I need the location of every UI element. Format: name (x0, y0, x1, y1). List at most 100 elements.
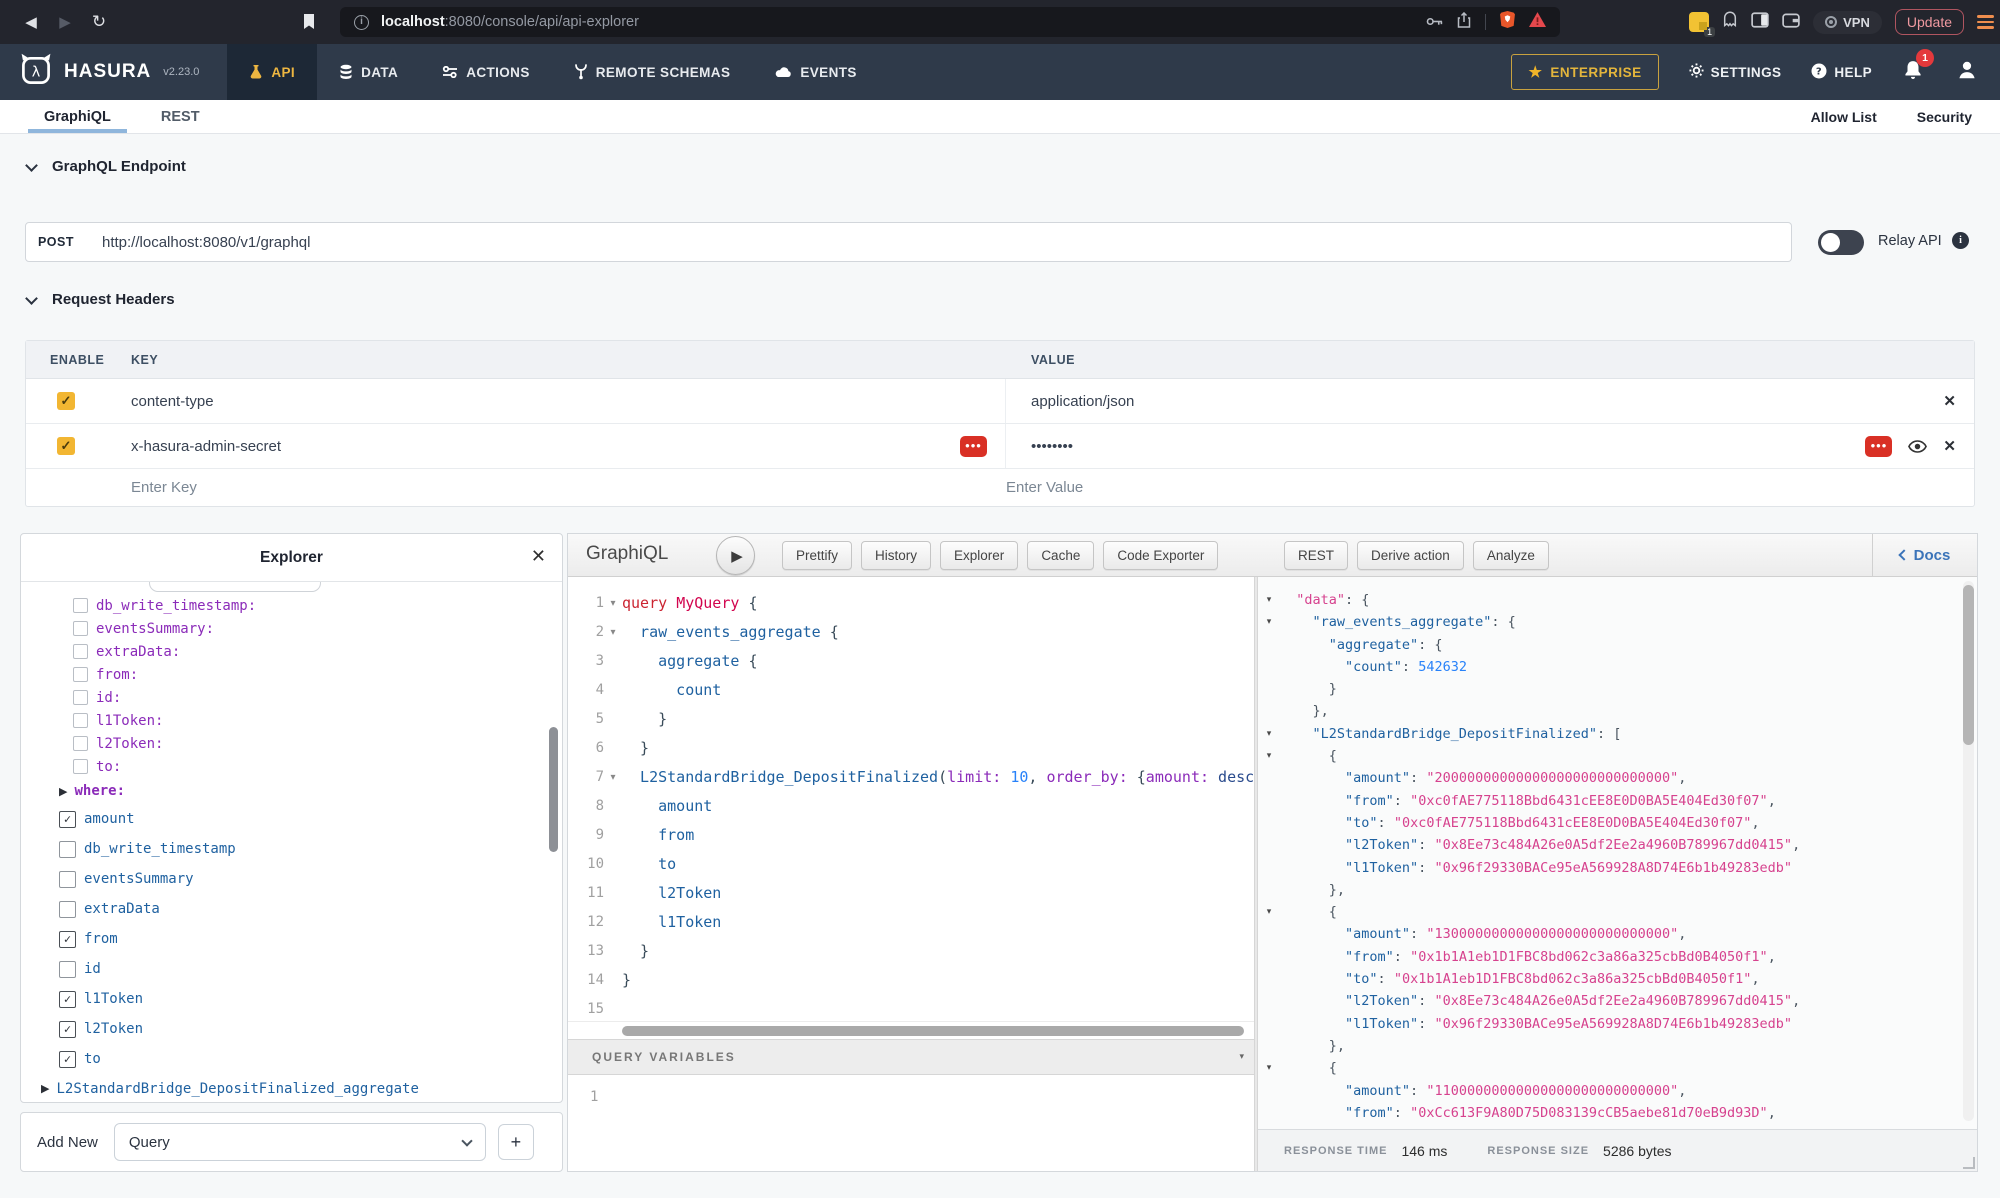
editor-hscroll-thumb[interactable] (622, 1026, 1244, 1036)
response-scrollbar-thumb[interactable] (1963, 585, 1974, 745)
field-checkbox[interactable] (73, 621, 88, 636)
header-key-input[interactable]: x-hasura-admin-secret (131, 438, 281, 455)
code-text[interactable]: amount (622, 792, 712, 821)
resize-grip-icon[interactable] (1963, 1157, 1975, 1169)
explorer-item-to[interactable]: ✓to (21, 1044, 562, 1074)
address-bar[interactable]: i localhost:8080/console/api/api-explore… (340, 7, 1560, 37)
graphql-endpoint-section[interactable]: GraphQL Endpoint (27, 158, 186, 175)
cache-button[interactable]: Cache (1027, 541, 1094, 570)
history-button[interactable]: History (861, 541, 931, 570)
field-checkbox[interactable] (59, 841, 76, 858)
fold-toggle-icon[interactable]: ▾ (604, 618, 622, 647)
field-checkbox[interactable] (73, 644, 88, 659)
settings-button[interactable]: SETTINGS (1689, 63, 1782, 81)
password-manager-icon[interactable]: ••• (960, 436, 987, 457)
nav-tab-events[interactable]: EVENTS (752, 44, 878, 100)
enter-value-input[interactable]: Enter Value (1006, 479, 1083, 496)
header-value-input[interactable]: application/json (1031, 393, 1134, 410)
explorer-item-to[interactable]: to: (21, 755, 562, 778)
explorer-item-from[interactable]: from: (21, 663, 562, 686)
header-value-input[interactable]: •••••••• (1031, 438, 1073, 455)
enterprise-button[interactable]: ★ENTERPRISE (1511, 54, 1658, 90)
field-checkbox[interactable] (73, 736, 88, 751)
explorer-button[interactable]: Explorer (940, 541, 1018, 570)
prettify-button[interactable]: Prettify (782, 541, 852, 570)
brave-shield-icon[interactable] (1500, 11, 1515, 33)
field-checkbox[interactable]: ✓ (59, 1051, 76, 1068)
header-key-input[interactable]: content-type (131, 393, 214, 410)
reload-icon[interactable]: ↻ (82, 12, 116, 32)
header-enabled-checkbox[interactable]: ✓ (57, 437, 75, 455)
relay-api-toggle[interactable] (1818, 230, 1864, 255)
explorer-item-db_write_timestamp[interactable]: db_write_timestamp: (21, 594, 562, 617)
vpn-button[interactable]: VPN (1813, 11, 1882, 34)
code-text[interactable]: } (622, 705, 667, 734)
field-checkbox[interactable] (73, 713, 88, 728)
hasura-logo[interactable]: λ (18, 52, 54, 93)
wallet-icon[interactable] (1782, 12, 1800, 33)
code-text[interactable]: to (622, 850, 676, 879)
field-checkbox[interactable] (73, 759, 88, 774)
execute-query-button[interactable]: ▶ (716, 536, 755, 575)
header-enabled-checkbox[interactable]: ✓ (57, 392, 75, 410)
explorer-item-where[interactable]: ▶where: (21, 778, 562, 804)
explorer-item-l2Token[interactable]: ✓l2Token (21, 1014, 562, 1044)
field-checkbox[interactable]: ✓ (59, 1021, 76, 1038)
notifications-button[interactable]: 1 (1902, 59, 1926, 86)
rest-button[interactable]: REST (1284, 541, 1348, 570)
code-text[interactable]: l2Token (622, 879, 721, 908)
fold-toggle-icon[interactable]: ▾ (1258, 745, 1280, 767)
security-link[interactable]: Security (1917, 109, 1972, 125)
analyze-button[interactable]: Analyze (1473, 541, 1549, 570)
bookmark-icon[interactable] (303, 14, 315, 35)
explorer-item-db_write_timestamp[interactable]: db_write_timestamp (21, 834, 562, 864)
add-operation-button[interactable]: + (498, 1124, 534, 1160)
allow-list-link[interactable]: Allow List (1811, 109, 1877, 125)
nav-tab-remote-schemas[interactable]: REMOTE SCHEMAS (552, 44, 753, 100)
field-checkbox[interactable] (59, 901, 76, 918)
code-text[interactable]: aggregate { (622, 647, 757, 676)
explorer-item-amount[interactable]: ✓amount (21, 804, 562, 834)
notes-extension-icon[interactable]: 1 (1689, 12, 1709, 32)
key-icon[interactable] (1426, 13, 1443, 31)
field-checkbox[interactable] (73, 667, 88, 682)
derive-action-button[interactable]: Derive action (1357, 541, 1464, 570)
query-variables-editor[interactable]: 1 (568, 1075, 1254, 1171)
code-text[interactable]: raw_events_aggregate { (622, 618, 839, 647)
field-checkbox[interactable]: ✓ (59, 811, 76, 828)
nav-tab-actions[interactable]: ACTIONS (420, 44, 552, 100)
field-checkbox[interactable] (59, 871, 76, 888)
fold-toggle-icon[interactable]: ▾ (1258, 1057, 1280, 1079)
query-editor[interactable]: 1▾query MyQuery {2▾ raw_events_aggregate… (568, 577, 1254, 1021)
update-button[interactable]: Update (1895, 9, 1964, 35)
operation-type-select[interactable]: Query (114, 1123, 486, 1161)
tab-graphiql[interactable]: GraphiQL (40, 100, 115, 133)
fold-toggle-icon[interactable]: ▾ (604, 763, 622, 792)
explorer-item-id[interactable]: id: (21, 686, 562, 709)
explorer-item-l2Token[interactable]: l2Token: (21, 732, 562, 755)
fold-toggle-icon[interactable]: ▾ (604, 589, 622, 618)
share-icon[interactable] (1457, 12, 1471, 33)
explorer-item-l1Token[interactable]: l1Token: (21, 709, 562, 732)
code-exporter-button[interactable]: Code Exporter (1103, 541, 1218, 570)
fold-toggle-icon[interactable]: ▾ (1258, 723, 1280, 745)
remove-header-icon[interactable]: ✕ (1943, 392, 1956, 410)
help-button[interactable]: ?HELP (1811, 63, 1872, 82)
enter-key-input[interactable]: Enter Key (26, 479, 1006, 496)
ghost-extension-icon[interactable] (1722, 11, 1738, 33)
expand-arrow-icon[interactable]: ▶ (41, 1082, 49, 1095)
code-text[interactable]: query MyQuery { (622, 589, 757, 618)
close-icon[interactable]: ✕ (531, 546, 546, 567)
explorer-item-eventsSummary[interactable]: eventsSummary: (21, 617, 562, 640)
back-icon[interactable]: ◀ (14, 13, 48, 31)
docs-button[interactable]: Docs (1872, 534, 1977, 576)
expand-arrow-icon[interactable]: ▶ (59, 785, 67, 798)
code-text[interactable]: L2StandardBridge_DepositFinalized(limit:… (622, 763, 1254, 792)
profile-button[interactable] (1956, 59, 1978, 86)
explorer-item-from[interactable]: ✓from (21, 924, 562, 954)
info-icon[interactable]: i (1952, 232, 1969, 249)
password-manager-icon[interactable]: ••• (1865, 436, 1892, 457)
collapse-icon[interactable]: ▾ (1239, 1052, 1244, 1062)
query-variables-bar[interactable]: QUERY VARIABLES ▾ (568, 1039, 1254, 1075)
code-text[interactable]: } (622, 937, 649, 966)
